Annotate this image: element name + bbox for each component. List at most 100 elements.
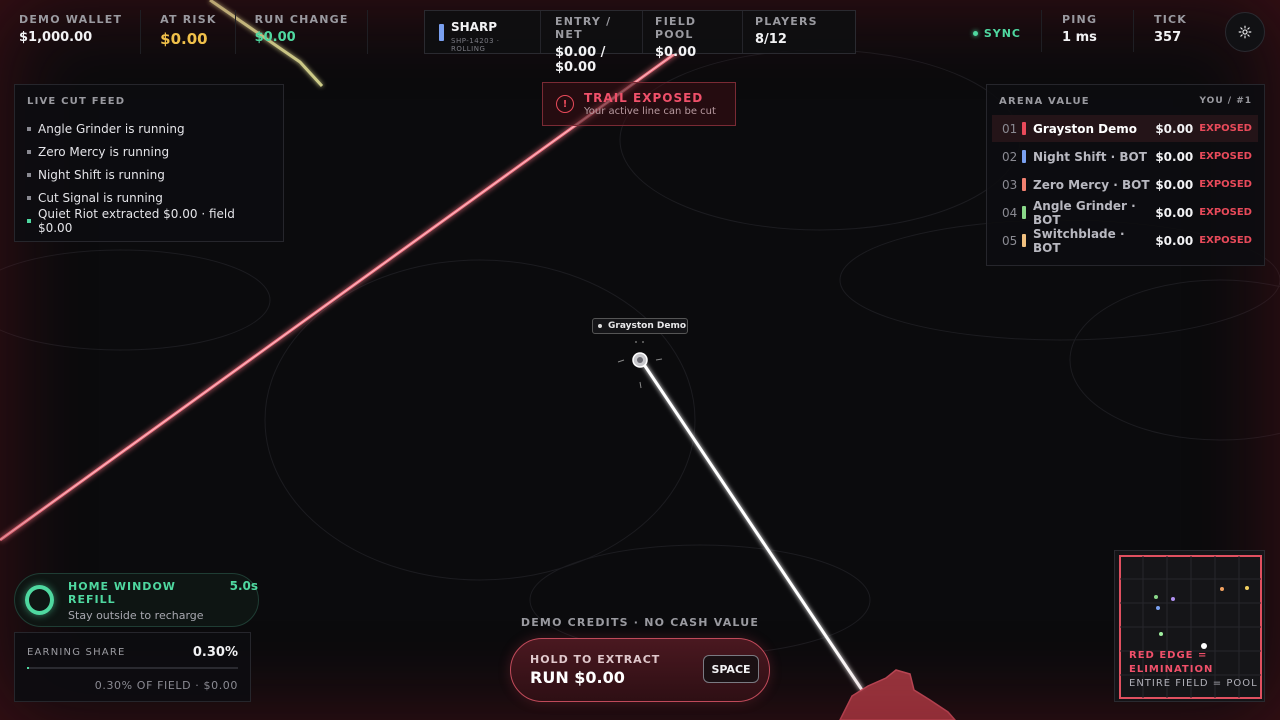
player-name-tag-text: Grayston Demo (608, 321, 687, 331)
space-key-hint[interactable]: SPACE (703, 655, 759, 683)
demo-wallet-value: $1,000.00 (19, 30, 93, 45)
run-change-value: $0.00 (254, 30, 296, 45)
refill-ring-icon (25, 585, 55, 615)
earning-subtitle: 0.30% OF FIELD · $0.00 (94, 679, 238, 692)
status-badge: EXPOSED (1199, 235, 1252, 246)
table-row[interactable]: 05 Switchblade · BOT $0.00 EXPOSED (992, 227, 1258, 255)
earning-progress-bar (27, 667, 238, 669)
mode-name: SHARP (451, 20, 498, 34)
status-badge: EXPOSED (1199, 151, 1252, 162)
minimap-warning: RED EDGE = ELIMINATION (1129, 650, 1214, 675)
sync-label: SYNC (983, 27, 1021, 40)
hold-to-extract-button[interactable]: HOLD TO EXTRACT RUN $0.00 SPACE (510, 638, 770, 702)
minimap[interactable]: RED EDGE = ELIMINATION ENTIRE FIELD = PO… (1114, 550, 1265, 702)
home-window-refill: HOME WINDOW REFILL 5.0s Stay outside to … (14, 573, 259, 627)
mode-color-bar (439, 24, 444, 41)
entry-net-value: $0.00 / $0.00 (555, 45, 606, 75)
status-badge: EXPOSED (1199, 207, 1252, 218)
run-change-label: RUN CHANGE (254, 13, 349, 26)
minimap-player-dot (1245, 586, 1249, 590)
rank: 05 (1002, 233, 1018, 248)
demo-wallet: DEMO WALLET $1,000.00 (0, 10, 142, 54)
player-name: Grayston Demo (1033, 121, 1138, 136)
tick: TICK 357 (1133, 10, 1225, 52)
run-change: RUN CHANGE $0.00 (236, 10, 368, 54)
field-pool: FIELD POOL $0.00 (643, 11, 743, 60)
feed-item-text: Night Shift is running (38, 167, 165, 182)
minimap-player-dot (1156, 606, 1160, 610)
list-item: Angle Grinder is running (27, 117, 271, 140)
list-item: Night Shift is running (27, 163, 271, 186)
player-name: Night Shift · BOT (1033, 149, 1147, 164)
player-value: $0.00 (1155, 149, 1194, 164)
sync-dot-icon (972, 31, 978, 36)
at-risk-label: AT RISK (160, 13, 217, 26)
extract-run-value: RUN $0.00 (530, 668, 625, 687)
live-cut-feed: LIVE CUT FEED Angle Grinder is running Z… (14, 84, 284, 242)
minimap-player-dot (1154, 595, 1158, 599)
entry-net-label: ENTRY / NET (555, 15, 612, 41)
bullet-icon (27, 172, 31, 177)
arena-value-leaderboard: ARENA VALUE YOU / #1 01 Grayston Demo $0… (986, 84, 1265, 266)
trail-exposed-alert: ! TRAIL EXPOSED Your active line can be … (542, 82, 736, 126)
your-rank: YOU / #1 (1199, 96, 1252, 106)
extract-title: HOLD TO EXTRACT (530, 653, 661, 666)
player-color-bar (1022, 122, 1026, 135)
sync-indicator: SYNC (972, 27, 1021, 40)
warning-icon: ! (556, 95, 574, 113)
bullet-icon (27, 126, 31, 131)
rank: 03 (1002, 177, 1018, 192)
player-value: $0.00 (1155, 177, 1194, 192)
leaderboard-rows: 01 Grayston Demo $0.00 EXPOSED 02 Night … (992, 115, 1258, 255)
leaderboard-title: ARENA VALUE (999, 96, 1090, 107)
wallet-stats: DEMO WALLET $1,000.00 AT RISK $0.00 RUN … (0, 10, 368, 54)
tick-value: 357 (1154, 30, 1182, 45)
feed-item-text: Zero Mercy is running (38, 144, 170, 159)
demo-credits-note: DEMO CREDITS · NO CASH VALUE (520, 616, 760, 629)
table-row[interactable]: 02 Night Shift · BOT $0.00 EXPOSED (992, 143, 1258, 170)
table-row[interactable]: 03 Zero Mercy · BOT $0.00 EXPOSED (992, 171, 1258, 198)
rank: 02 (1002, 149, 1018, 164)
minimap-note: ENTIRE FIELD = POOL (1129, 678, 1258, 689)
player-color-bar (1022, 234, 1026, 247)
feed-item-text: Angle Grinder is running (38, 121, 185, 136)
table-row[interactable]: 01 Grayston Demo $0.00 EXPOSED (992, 115, 1258, 142)
player-name: Zero Mercy · BOT (1033, 177, 1150, 192)
at-risk-value: $0.00 (160, 30, 208, 48)
list-item: Quiet Riot extracted $0.00 · field $0.00 (27, 206, 271, 235)
player-value: $0.00 (1155, 121, 1194, 136)
feed-item-text: Quiet Riot extracted $0.00 · field $0.00 (37, 206, 235, 235)
refill-title: HOME WINDOW REFILL (68, 579, 176, 606)
earning-label: EARNING SHARE (27, 647, 126, 658)
bullet-icon (27, 149, 31, 154)
player-value: $0.00 (1155, 205, 1194, 220)
feed-list: Angle Grinder is running Zero Mercy is r… (27, 117, 271, 235)
home-territory (839, 669, 956, 720)
at-risk: AT RISK $0.00 (141, 10, 236, 54)
players-value: 8/12 (755, 32, 787, 47)
minimap-player-dot (1159, 632, 1163, 636)
settings-button[interactable] (1225, 12, 1265, 52)
rank: 01 (1002, 121, 1018, 136)
table-row[interactable]: 04 Angle Grinder · BOT $0.00 EXPOSED (992, 198, 1258, 227)
alert-subtitle: Your active line can be cut (584, 106, 716, 117)
refill-subtitle: Stay outside to recharge (68, 608, 204, 622)
feed-title: LIVE CUT FEED (27, 96, 126, 107)
player-name-tag: Grayston Demo (592, 318, 688, 334)
demo-wallet-label: DEMO WALLET (19, 13, 123, 26)
minimap-player-dot (1220, 587, 1224, 591)
ping-value: 1 ms (1062, 30, 1097, 45)
players-label: PLAYERS (755, 15, 818, 28)
bullet-icon (27, 195, 31, 200)
field-pool-label: FIELD POOL (655, 15, 697, 41)
mode-info: SHARP SHP-14203 · ROLLING (425, 11, 541, 53)
field-pool-value: $0.00 (655, 45, 697, 60)
player-name: Angle Grinder · BOT (1033, 198, 1136, 227)
tick-label: TICK (1154, 13, 1187, 26)
status-badge: EXPOSED (1199, 179, 1252, 190)
connection-status: SYNC PING 1 ms TICK 357 (972, 10, 1280, 54)
earning-progress-fill (27, 667, 30, 669)
alert-title: TRAIL EXPOSED (584, 91, 704, 105)
earning-percent: 0.30% (192, 645, 238, 660)
feed-item-text: Cut Signal is running (38, 190, 163, 205)
